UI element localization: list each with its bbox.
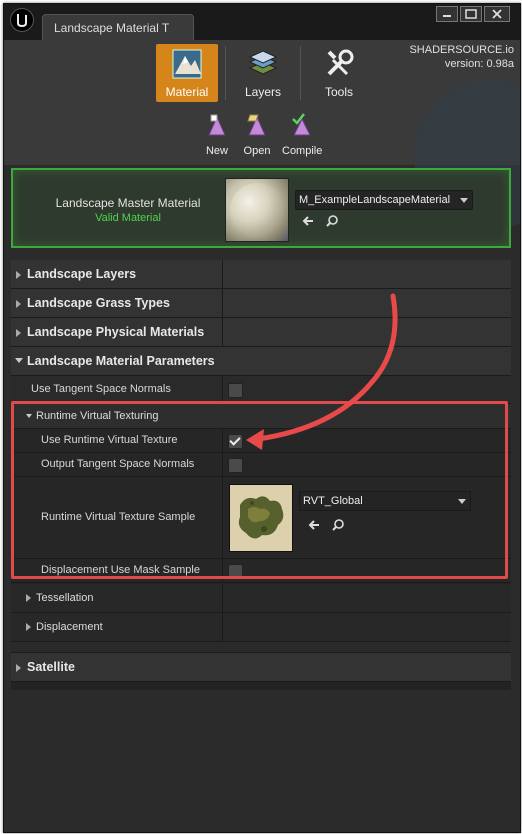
category-landscape-material-parameters[interactable]: Landscape Material Parameters	[11, 347, 511, 376]
use-selected-arrow-icon[interactable]	[301, 214, 315, 228]
open-label: Open	[243, 145, 271, 157]
category-landscape-physical-materials[interactable]: Landscape Physical Materials	[11, 318, 511, 347]
expand-arrow-icon	[16, 664, 21, 672]
rvt-texture-icon	[230, 485, 292, 551]
layers-mode-button[interactable]: Layers	[232, 44, 294, 102]
new-material-icon	[205, 113, 229, 139]
category-label: Satellite	[27, 660, 75, 674]
prop-use-runtime-virtual-texture: Use Runtime Virtual Texture	[11, 429, 511, 453]
column-divider	[222, 260, 223, 288]
category-label: Landscape Physical Materials	[27, 325, 205, 339]
browse-search-icon[interactable]	[331, 518, 345, 532]
displacement-use-mask-sample-checkbox[interactable]	[228, 564, 243, 579]
column-divider	[222, 613, 223, 641]
open-button[interactable]: Open	[237, 113, 277, 157]
compile-icon	[290, 113, 314, 139]
unreal-logo-icon	[10, 8, 34, 32]
collapse-arrow-icon	[26, 414, 32, 418]
open-material-icon	[245, 113, 269, 139]
expand-arrow-icon	[26, 623, 31, 631]
group-label: Tessellation	[36, 592, 94, 604]
category-label: Landscape Material Parameters	[27, 354, 215, 368]
prop-use-tangent-space-normals: Use Tangent Space Normals	[11, 376, 511, 404]
rvt-sample-asset: RVT_Global	[303, 495, 363, 507]
new-label: New	[205, 145, 228, 157]
use-selected-arrow-icon[interactable]	[307, 518, 321, 532]
output-tangent-space-normals-checkbox[interactable]	[228, 458, 243, 473]
category-label: Landscape Grass Types	[27, 296, 170, 310]
master-material-dropdown[interactable]: M_ExampleLandscapeMaterial	[295, 190, 473, 210]
expand-arrow-icon	[16, 271, 21, 279]
column-divider	[222, 429, 223, 452]
use-tangent-space-normals-checkbox[interactable]	[228, 383, 243, 398]
group-label: Displacement	[36, 621, 103, 633]
column-divider	[222, 453, 223, 476]
spacer-row	[11, 642, 511, 653]
details-panel: Landscape Layers Landscape Grass Types L…	[11, 260, 511, 690]
material-sphere-icon	[230, 183, 284, 237]
material-mode-button[interactable]: Material	[156, 44, 218, 102]
minimize-button[interactable]	[436, 6, 458, 22]
watermark-text: SHADERSOURCE.io version: 0.98a	[409, 43, 514, 71]
group-displacement[interactable]: Displacement	[11, 613, 511, 642]
column-divider	[222, 376, 223, 403]
group-tessellation[interactable]: Tessellation	[11, 584, 511, 613]
toolbar-separator	[225, 46, 226, 100]
rvt-thumbnail[interactable]	[229, 484, 293, 552]
tools-mode-icon	[323, 48, 355, 80]
column-divider	[222, 289, 223, 317]
tab-title: Landscape Material T	[54, 21, 170, 35]
prop-label: Displacement Use Mask Sample	[41, 564, 200, 576]
use-runtime-virtual-texture-checkbox[interactable]	[228, 434, 243, 449]
maximize-button[interactable]	[460, 6, 482, 22]
material-mode-icon	[171, 48, 203, 80]
landscape-material-window: Landscape Material T SHADERSOURCE.io ver…	[3, 3, 521, 833]
column-divider	[222, 584, 223, 612]
master-material-title: Landscape Master Material	[55, 196, 201, 210]
material-thumbnail[interactable]	[225, 178, 289, 242]
tools-mode-button[interactable]: Tools	[308, 44, 370, 102]
group-label: Runtime Virtual Texturing	[36, 410, 159, 422]
expand-arrow-icon	[16, 329, 21, 337]
close-button[interactable]	[484, 6, 510, 22]
category-landscape-layers[interactable]: Landscape Layers	[11, 260, 511, 289]
tab-landscape-material[interactable]: Landscape Material T	[42, 14, 194, 41]
chevron-down-icon	[458, 499, 466, 504]
category-label: Landscape Layers	[27, 267, 137, 281]
valid-material-status: Valid Material	[95, 212, 161, 224]
prop-displacement-use-mask-sample: Displacement Use Mask Sample	[11, 559, 511, 583]
watermark-version: version: 0.98a	[444, 58, 514, 70]
chevron-down-icon	[460, 198, 468, 203]
group-runtime-virtual-texturing[interactable]: Runtime Virtual Texturing	[11, 404, 511, 429]
prop-label: Output Tangent Space Normals	[41, 458, 195, 470]
master-material-asset: M_ExampleLandscapeMaterial	[299, 194, 451, 206]
column-divider	[222, 477, 223, 558]
toolbar-separator	[300, 46, 301, 100]
collapse-arrow-icon	[15, 358, 23, 363]
category-landscape-grass-types[interactable]: Landscape Grass Types	[11, 289, 511, 318]
layers-mode-icon	[247, 48, 279, 80]
mode-toolbar: SHADERSOURCE.io version: 0.98a Material …	[4, 40, 520, 230]
tools-mode-label: Tools	[324, 85, 353, 99]
column-divider	[222, 318, 223, 346]
new-button[interactable]: New	[197, 113, 237, 157]
category-satellite[interactable]: Satellite	[11, 653, 511, 682]
compile-button[interactable]: Compile	[282, 113, 322, 157]
prop-label: Use Runtime Virtual Texture	[41, 434, 178, 446]
expand-arrow-icon	[16, 300, 21, 308]
prop-runtime-virtual-texture-sample: Runtime Virtual Texture Sample RVT_Globa…	[11, 477, 511, 559]
prop-output-tangent-space-normals: Output Tangent Space Normals	[11, 453, 511, 477]
title-bar: Landscape Material T	[4, 4, 520, 41]
landscape-master-material-panel: Landscape Master Material Valid Material…	[11, 168, 511, 248]
column-divider	[222, 559, 223, 582]
compile-label: Compile	[282, 145, 323, 157]
prop-label: Use Tangent Space Normals	[31, 383, 171, 395]
layers-mode-label: Layers	[244, 85, 282, 99]
prop-label: Runtime Virtual Texture Sample	[41, 511, 196, 523]
watermark-site: SHADERSOURCE.io	[409, 44, 514, 56]
material-mode-label: Material	[165, 85, 209, 99]
expand-arrow-icon	[26, 594, 31, 602]
browse-search-icon[interactable]	[325, 214, 339, 228]
rvt-sample-dropdown[interactable]: RVT_Global	[299, 491, 471, 511]
